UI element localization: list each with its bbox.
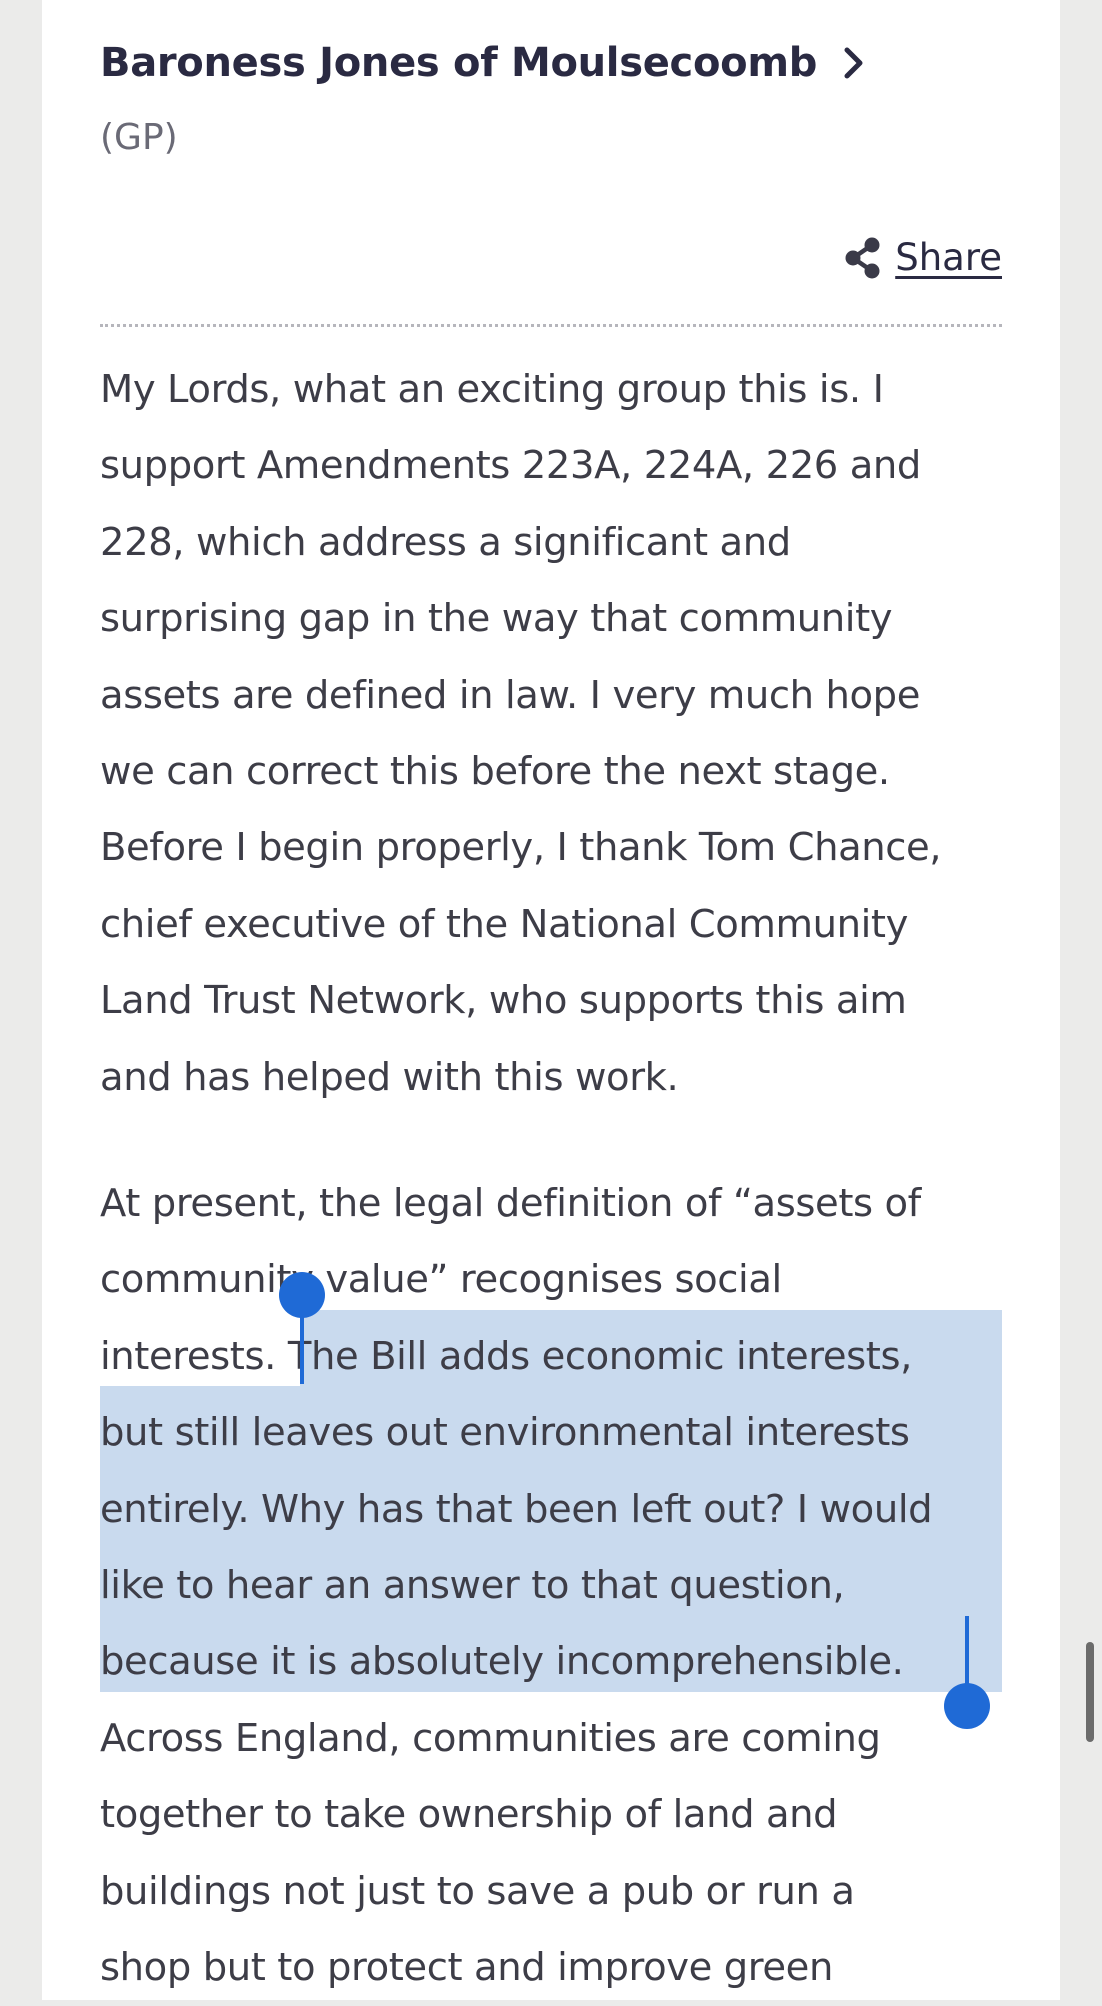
share-button[interactable]: Share [843, 232, 1002, 284]
text-line: entirely. Why has that been left out? I … [100, 1486, 933, 1532]
text-line: community value” recognises social [100, 1257, 782, 1303]
share-icon [845, 237, 880, 279]
divider [100, 324, 1002, 327]
scrollbar-thumb[interactable] [1086, 1642, 1094, 1742]
text-line: together to take ownership of land and [100, 1792, 838, 1838]
selection-end-handle[interactable] [944, 1683, 990, 1729]
selection-end-caret [965, 1616, 969, 1692]
text-line: surprising gap in the way that community [100, 596, 893, 642]
selection-start-handle[interactable] [279, 1272, 325, 1318]
text-line: My Lords, what an exciting group this is… [100, 367, 884, 412]
text-line: like to hear an answer to that question, [100, 1562, 845, 1608]
text-line: Across England, communities are coming [100, 1715, 881, 1761]
text-line: 228, which address a significant and [100, 519, 791, 565]
speech-paragraph-1: My Lords, what an exciting group this is… [100, 352, 1005, 1116]
chevron-right-icon [844, 47, 863, 79]
text-line: shop but to protect and improve green [100, 1944, 833, 1990]
text-line: buildings not just to save a pub or run … [100, 1868, 855, 1914]
text-line: chief executive of the National Communit… [100, 901, 908, 947]
text-line: and has helped with this work. [100, 1054, 679, 1100]
text-line: because it is absolutely incomprehensibl… [100, 1639, 904, 1685]
text-line: Land Trust Network, who supports this ai… [100, 978, 907, 1024]
speaker-name-link[interactable]: Baroness Jones of Moulsecoomb [100, 34, 883, 92]
speaker-name: Baroness Jones of Moulsecoomb [100, 40, 818, 86]
speech-paragraph-2: At present, the legal definition of “ass… [100, 1166, 1005, 2006]
text-line: but still leaves out environmental inter… [100, 1410, 910, 1456]
share-label: Share [895, 236, 1002, 279]
text-line: we can correct this before the next stag… [100, 748, 890, 794]
text-line: support Amendments 223A, 224A, 226 and [100, 443, 921, 489]
text-line: interests. The Bill adds economic intere… [100, 1333, 912, 1379]
text-line: At present, the legal definition of “ass… [100, 1181, 921, 1226]
text-line: Before I begin properly, I thank Tom Cha… [100, 825, 942, 871]
text-line: assets are defined in law. I very much h… [100, 672, 920, 718]
speaker-party: (GP) [100, 117, 178, 158]
